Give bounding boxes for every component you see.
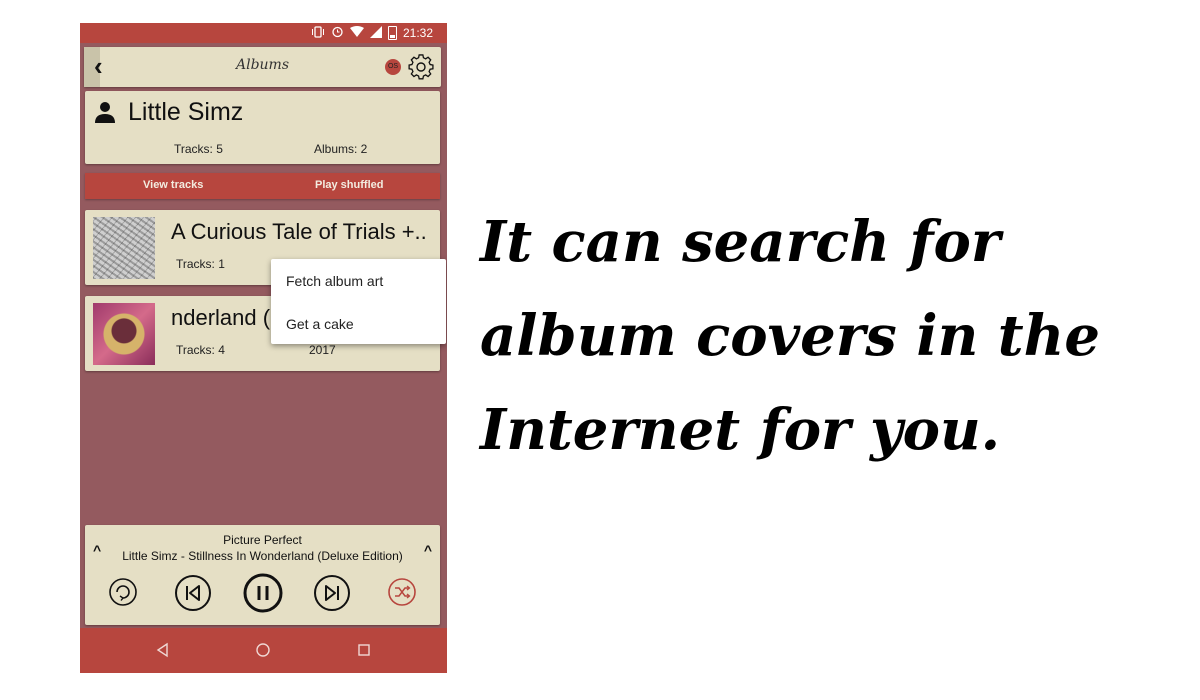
previous-icon[interactable] — [174, 574, 212, 612]
artist-name: Little Simz — [128, 98, 244, 126]
play-shuffled-button[interactable]: Play shuffled — [315, 179, 383, 191]
artist-card[interactable]: Little Simz Tracks: 5 Albums: 2 — [85, 91, 440, 164]
wifi-icon — [349, 25, 364, 41]
phone-screen: 21:32 ‹ Albums OS Little Simz Tracks: 5 … — [80, 23, 447, 673]
album-year: 2017 — [309, 343, 336, 357]
shuffle-icon[interactable] — [387, 577, 417, 607]
next-icon[interactable] — [313, 574, 351, 612]
artist-album-count: Albums: 2 — [314, 142, 368, 156]
top-app-bar: ‹ Albums OS — [84, 47, 441, 87]
album-track-count: Tracks: 1 — [176, 257, 225, 271]
album-cover-image — [93, 303, 155, 365]
now-playing-panel: ^ ^ Picture Perfect Little Simz - Stilln… — [85, 525, 440, 625]
status-icons: 21:32 — [311, 25, 433, 41]
nav-back-icon[interactable] — [153, 640, 173, 660]
nav-home-icon[interactable] — [253, 640, 273, 660]
alarm-icon — [331, 25, 344, 41]
promo-caption: It can search for album covers in the In… — [480, 209, 1101, 463]
vibrate-icon — [311, 25, 325, 41]
menu-item-get-a-cake[interactable]: Get a cake — [286, 316, 354, 332]
os-badge[interactable]: OS — [385, 59, 401, 75]
settings-gear-icon[interactable] — [408, 54, 434, 80]
view-tracks-button[interactable]: View tracks — [143, 179, 203, 191]
now-playing-artist-album: Little Simz - Stillness In Wonderland (D… — [122, 549, 403, 563]
album-title: A Curious Tale of Trials +.. — [171, 219, 427, 244]
album-title: nderland ( — [171, 305, 271, 330]
artist-action-bar: View tracks Play shuffled — [85, 173, 440, 199]
album-cover-image — [93, 217, 155, 279]
status-bar: 21:32 — [80, 23, 447, 43]
menu-item-fetch-album-art[interactable]: Fetch album art — [286, 273, 383, 289]
system-nav-bar — [80, 628, 447, 673]
person-icon — [95, 102, 115, 123]
status-time: 21:32 — [402, 26, 433, 40]
album-context-menu: Fetch album art Get a cake — [271, 259, 446, 344]
artist-track-count: Tracks: 5 — [174, 142, 223, 156]
repeat-icon[interactable] — [108, 577, 138, 607]
now-playing-title: Picture Perfect — [223, 533, 302, 547]
pause-icon[interactable] — [243, 573, 283, 613]
battery-icon — [387, 26, 397, 40]
album-track-count: Tracks: 4 — [176, 343, 225, 357]
signal-icon — [369, 25, 382, 41]
nav-recents-icon[interactable] — [354, 640, 374, 660]
